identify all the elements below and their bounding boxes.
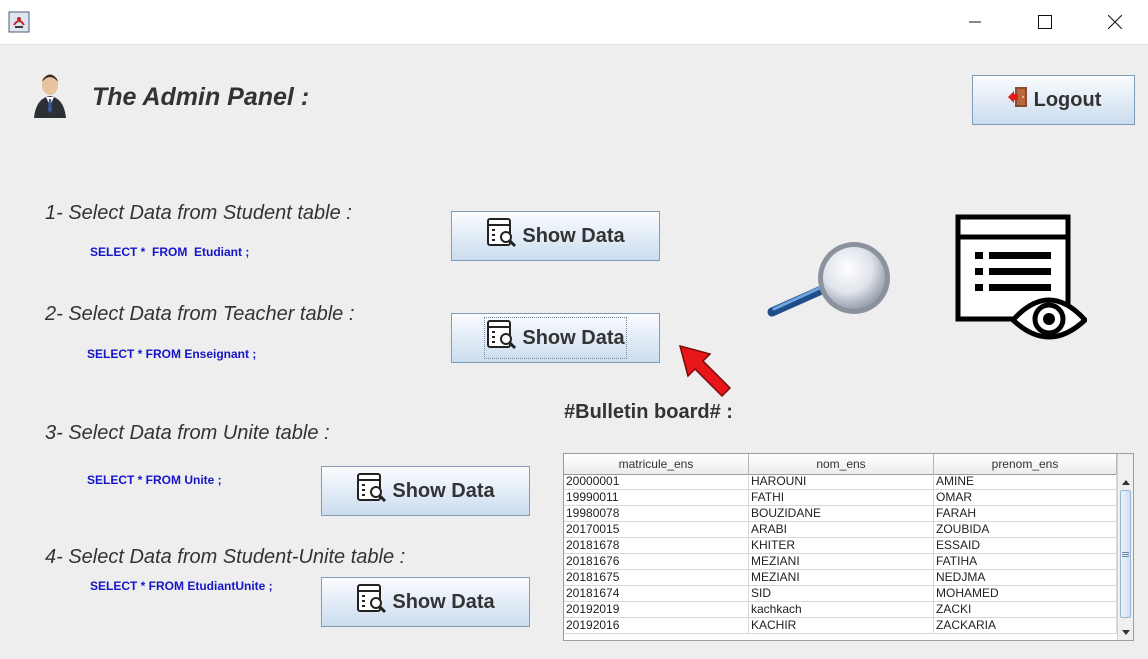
button-focus-ring: Show Data (484, 317, 627, 359)
cell-nom: KACHIR (749, 618, 934, 633)
table-row[interactable]: 20192016 KACHIR ZACKARIA (564, 618, 1117, 634)
section-label-student-unite: 4- Select Data from Student-Unite table … (45, 546, 406, 568)
cell-prenom: ZACKARIA (934, 618, 1117, 633)
cell-nom: SID (749, 586, 934, 601)
cell-prenom: ZOUBIDA (934, 522, 1117, 537)
show-data-label: Show Data (522, 326, 625, 349)
show-data-label: Show Data (522, 224, 625, 247)
cell-prenom: FARAH (934, 506, 1117, 521)
bulletin-board-title: #Bulletin board# : (564, 401, 733, 423)
cell-matricule: 20000001 (564, 474, 749, 489)
cell-matricule: 19980078 (564, 506, 749, 521)
section-label-student: 1- Select Data from Student table : (45, 202, 352, 224)
cell-nom: HAROUNI (749, 474, 934, 489)
table-search-icon (356, 472, 388, 510)
table-search-icon (486, 319, 518, 357)
cell-matricule: 20181675 (564, 570, 749, 585)
sql-query-teacher: SELECT * FROM Enseignant ; (87, 347, 257, 361)
logout-label: Logout (1033, 88, 1102, 111)
java-app-icon (8, 11, 30, 33)
cell-matricule: 20181678 (564, 538, 749, 553)
show-data-student-unite-button[interactable]: Show Data (321, 577, 530, 627)
cell-prenom: OMAR (934, 490, 1117, 505)
table-row[interactable]: 20181676 MEZIANI FATIHA (564, 554, 1117, 570)
column-header-matricule[interactable]: matricule_ens (564, 454, 749, 474)
cell-nom: ARABI (749, 522, 934, 537)
table-row[interactable]: 19990011 FATHI OMAR (564, 490, 1117, 506)
show-data-label: Show Data (392, 590, 495, 613)
cell-nom: BOUZIDANE (749, 506, 934, 521)
section-label-unite: 3- Select Data from Unite table : (45, 422, 330, 444)
logout-button[interactable]: Logout (972, 75, 1135, 125)
sql-query-student: SELECT * FROM Etudiant ; (90, 245, 250, 259)
scroll-down-arrow-icon[interactable] (1118, 624, 1133, 640)
table-row[interactable]: 20192019 kachkach ZACKI (564, 602, 1117, 618)
cell-matricule: 20170015 (564, 522, 749, 537)
show-data-label: Show Data (392, 479, 495, 502)
cell-nom: MEZIANI (749, 570, 934, 585)
cell-prenom: FATIHA (934, 554, 1117, 569)
table-header: matricule_ens nom_ens prenom_ens (564, 454, 1117, 475)
table-row[interactable]: 19980078 BOUZIDANE FARAH (564, 506, 1117, 522)
column-header-prenom[interactable]: prenom_ens (934, 454, 1117, 474)
cell-prenom: NEDJMA (934, 570, 1117, 585)
admin-user-icon (30, 72, 70, 120)
cell-matricule: 20192019 (564, 602, 749, 617)
minimize-button[interactable] (952, 0, 998, 44)
page-title: The Admin Panel : (92, 83, 310, 111)
show-data-student-button[interactable]: Show Data (451, 211, 660, 261)
cell-matricule: 20181674 (564, 586, 749, 601)
cell-prenom: AMINE (934, 474, 1117, 489)
cell-nom: kachkach (749, 602, 934, 617)
table-vertical-scrollbar[interactable] (1117, 454, 1133, 640)
show-data-unite-button[interactable]: Show Data (321, 466, 530, 516)
table-row[interactable]: 20170015 ARABI ZOUBIDA (564, 522, 1117, 538)
section-label-teacher: 2- Select Data from Teacher table : (45, 303, 355, 325)
sql-query-unite: SELECT * FROM Unite ; (87, 473, 222, 487)
table-body: 20000001 HAROUNI AMINE 19990011 FATHI OM… (564, 474, 1117, 634)
table-row[interactable]: 20181678 KHITER ESSAID (564, 538, 1117, 554)
document-eye-icon (955, 214, 1089, 340)
logout-door-icon (1006, 85, 1030, 115)
table-search-icon (486, 217, 518, 255)
table-row[interactable]: 20181674 SID MOHAMED (564, 586, 1117, 602)
cell-prenom: ESSAID (934, 538, 1117, 553)
window-titlebar (0, 0, 1148, 45)
table-row[interactable]: 20000001 HAROUNI AMINE (564, 474, 1117, 490)
magnifier-icon (766, 236, 898, 322)
data-table[interactable]: matricule_ens nom_ens prenom_ens 2000000… (563, 453, 1134, 641)
cell-nom: KHITER (749, 538, 934, 553)
scrollbar-thumb[interactable] (1120, 490, 1131, 618)
cell-prenom: MOHAMED (934, 586, 1117, 601)
cell-nom: MEZIANI (749, 554, 934, 569)
maximize-button[interactable] (1022, 0, 1068, 44)
table-search-icon (356, 583, 388, 621)
scroll-up-arrow-icon[interactable] (1118, 474, 1133, 490)
close-button[interactable] (1092, 0, 1138, 44)
table-row[interactable]: 20181675 MEZIANI NEDJMA (564, 570, 1117, 586)
cell-matricule: 20181676 (564, 554, 749, 569)
show-data-teacher-button[interactable]: Show Data (451, 313, 660, 363)
cell-matricule: 19990011 (564, 490, 749, 505)
sql-query-student-unite: SELECT * FROM EtudiantUnite ; (90, 579, 273, 593)
cell-nom: FATHI (749, 490, 934, 505)
cell-matricule: 20192016 (564, 618, 749, 633)
red-arrow-icon (676, 342, 734, 398)
cell-prenom: ZACKI (934, 602, 1117, 617)
column-header-nom[interactable]: nom_ens (749, 454, 934, 474)
